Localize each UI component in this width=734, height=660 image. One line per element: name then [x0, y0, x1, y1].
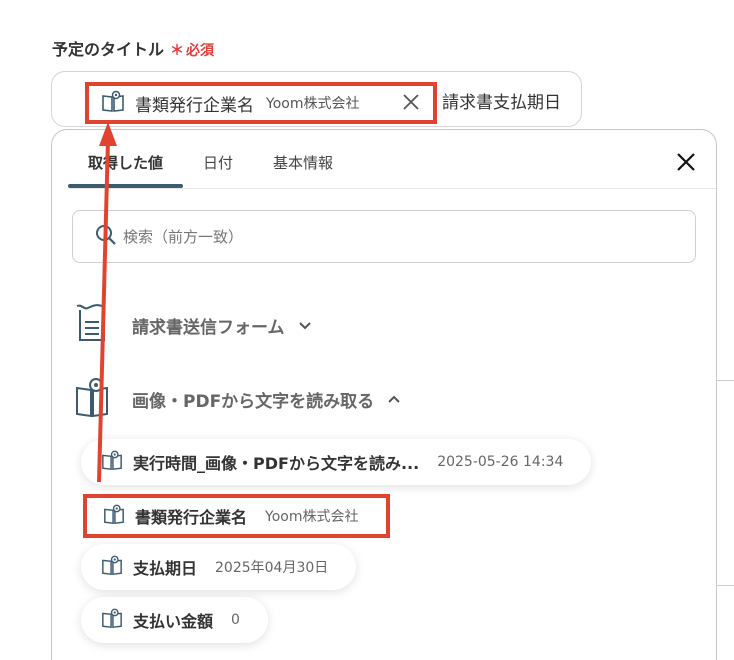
- book-icon: [74, 376, 110, 422]
- title-token[interactable]: 書類発行企業名 Yoom株式会社: [85, 82, 437, 124]
- field-label-text: 予定のタイトル: [52, 40, 165, 59]
- list-item[interactable]: 実行時間_画像・PDFから文字を読み... 2025-05-26 14:34: [81, 439, 592, 485]
- section-ocr[interactable]: 画像・PDFから文字を読み取る: [74, 376, 402, 422]
- title-trailing-text: 請求書支払期日: [442, 93, 561, 113]
- search-input[interactable]: 検索（前方一致）: [72, 210, 696, 263]
- book-icon: [103, 503, 125, 529]
- book-icon: [101, 449, 123, 475]
- remove-token-icon[interactable]: [401, 92, 421, 112]
- required-text: 必須: [186, 43, 215, 59]
- form-icon: [74, 302, 110, 348]
- list-item[interactable]: 書類発行企業名 Yoom株式会社: [83, 494, 391, 538]
- chevron-down-icon[interactable]: [297, 317, 313, 333]
- chevron-up-icon[interactable]: [386, 391, 402, 407]
- item-value: 0: [231, 612, 240, 628]
- book-icon: [101, 90, 125, 116]
- item-value: 2025-05-26 14:34: [437, 454, 564, 470]
- tab-basic-info[interactable]: 基本情報: [253, 130, 353, 188]
- close-icon[interactable]: [675, 151, 697, 173]
- item-name: 支払期日: [133, 559, 198, 578]
- list-item[interactable]: 支払い金額 0: [81, 597, 268, 643]
- item-name: 書類発行企業名: [135, 508, 248, 527]
- token-value: Yoom株式会社: [266, 96, 360, 112]
- value-picker-panel: 取得した値 日付 基本情報 検索（前方一致） 請求書送信フォーム 画像・PDFか…: [51, 129, 717, 660]
- item-value: Yoom株式会社: [265, 509, 359, 525]
- search-icon: [95, 224, 117, 250]
- tab-divider: [68, 188, 716, 189]
- book-icon: [101, 554, 123, 580]
- section-title: 請求書送信フォーム: [132, 317, 285, 338]
- field-label: 予定のタイトル ＊必須: [52, 36, 214, 60]
- item-name: 実行時間_画像・PDFから文字を読み...: [133, 454, 420, 473]
- section-form[interactable]: 請求書送信フォーム: [74, 302, 313, 348]
- tab-acquired-values[interactable]: 取得した値: [68, 130, 184, 188]
- section-title: 画像・PDFから文字を読み取る: [132, 391, 375, 412]
- search-placeholder: 検索（前方一致）: [123, 228, 244, 246]
- item-name: 支払い金額: [133, 612, 214, 631]
- token-title: 書類発行企業名: [135, 95, 254, 116]
- item-value: 2025年04月30日: [215, 560, 329, 576]
- list-item[interactable]: 支払期日 2025年04月30日: [81, 544, 357, 590]
- background-panel-edge: [716, 380, 734, 586]
- required-mark: ＊: [170, 43, 185, 59]
- tab-bar: 取得した値 日付 基本情報: [68, 130, 353, 188]
- book-icon: [101, 607, 123, 633]
- tab-date[interactable]: 日付: [183, 130, 253, 188]
